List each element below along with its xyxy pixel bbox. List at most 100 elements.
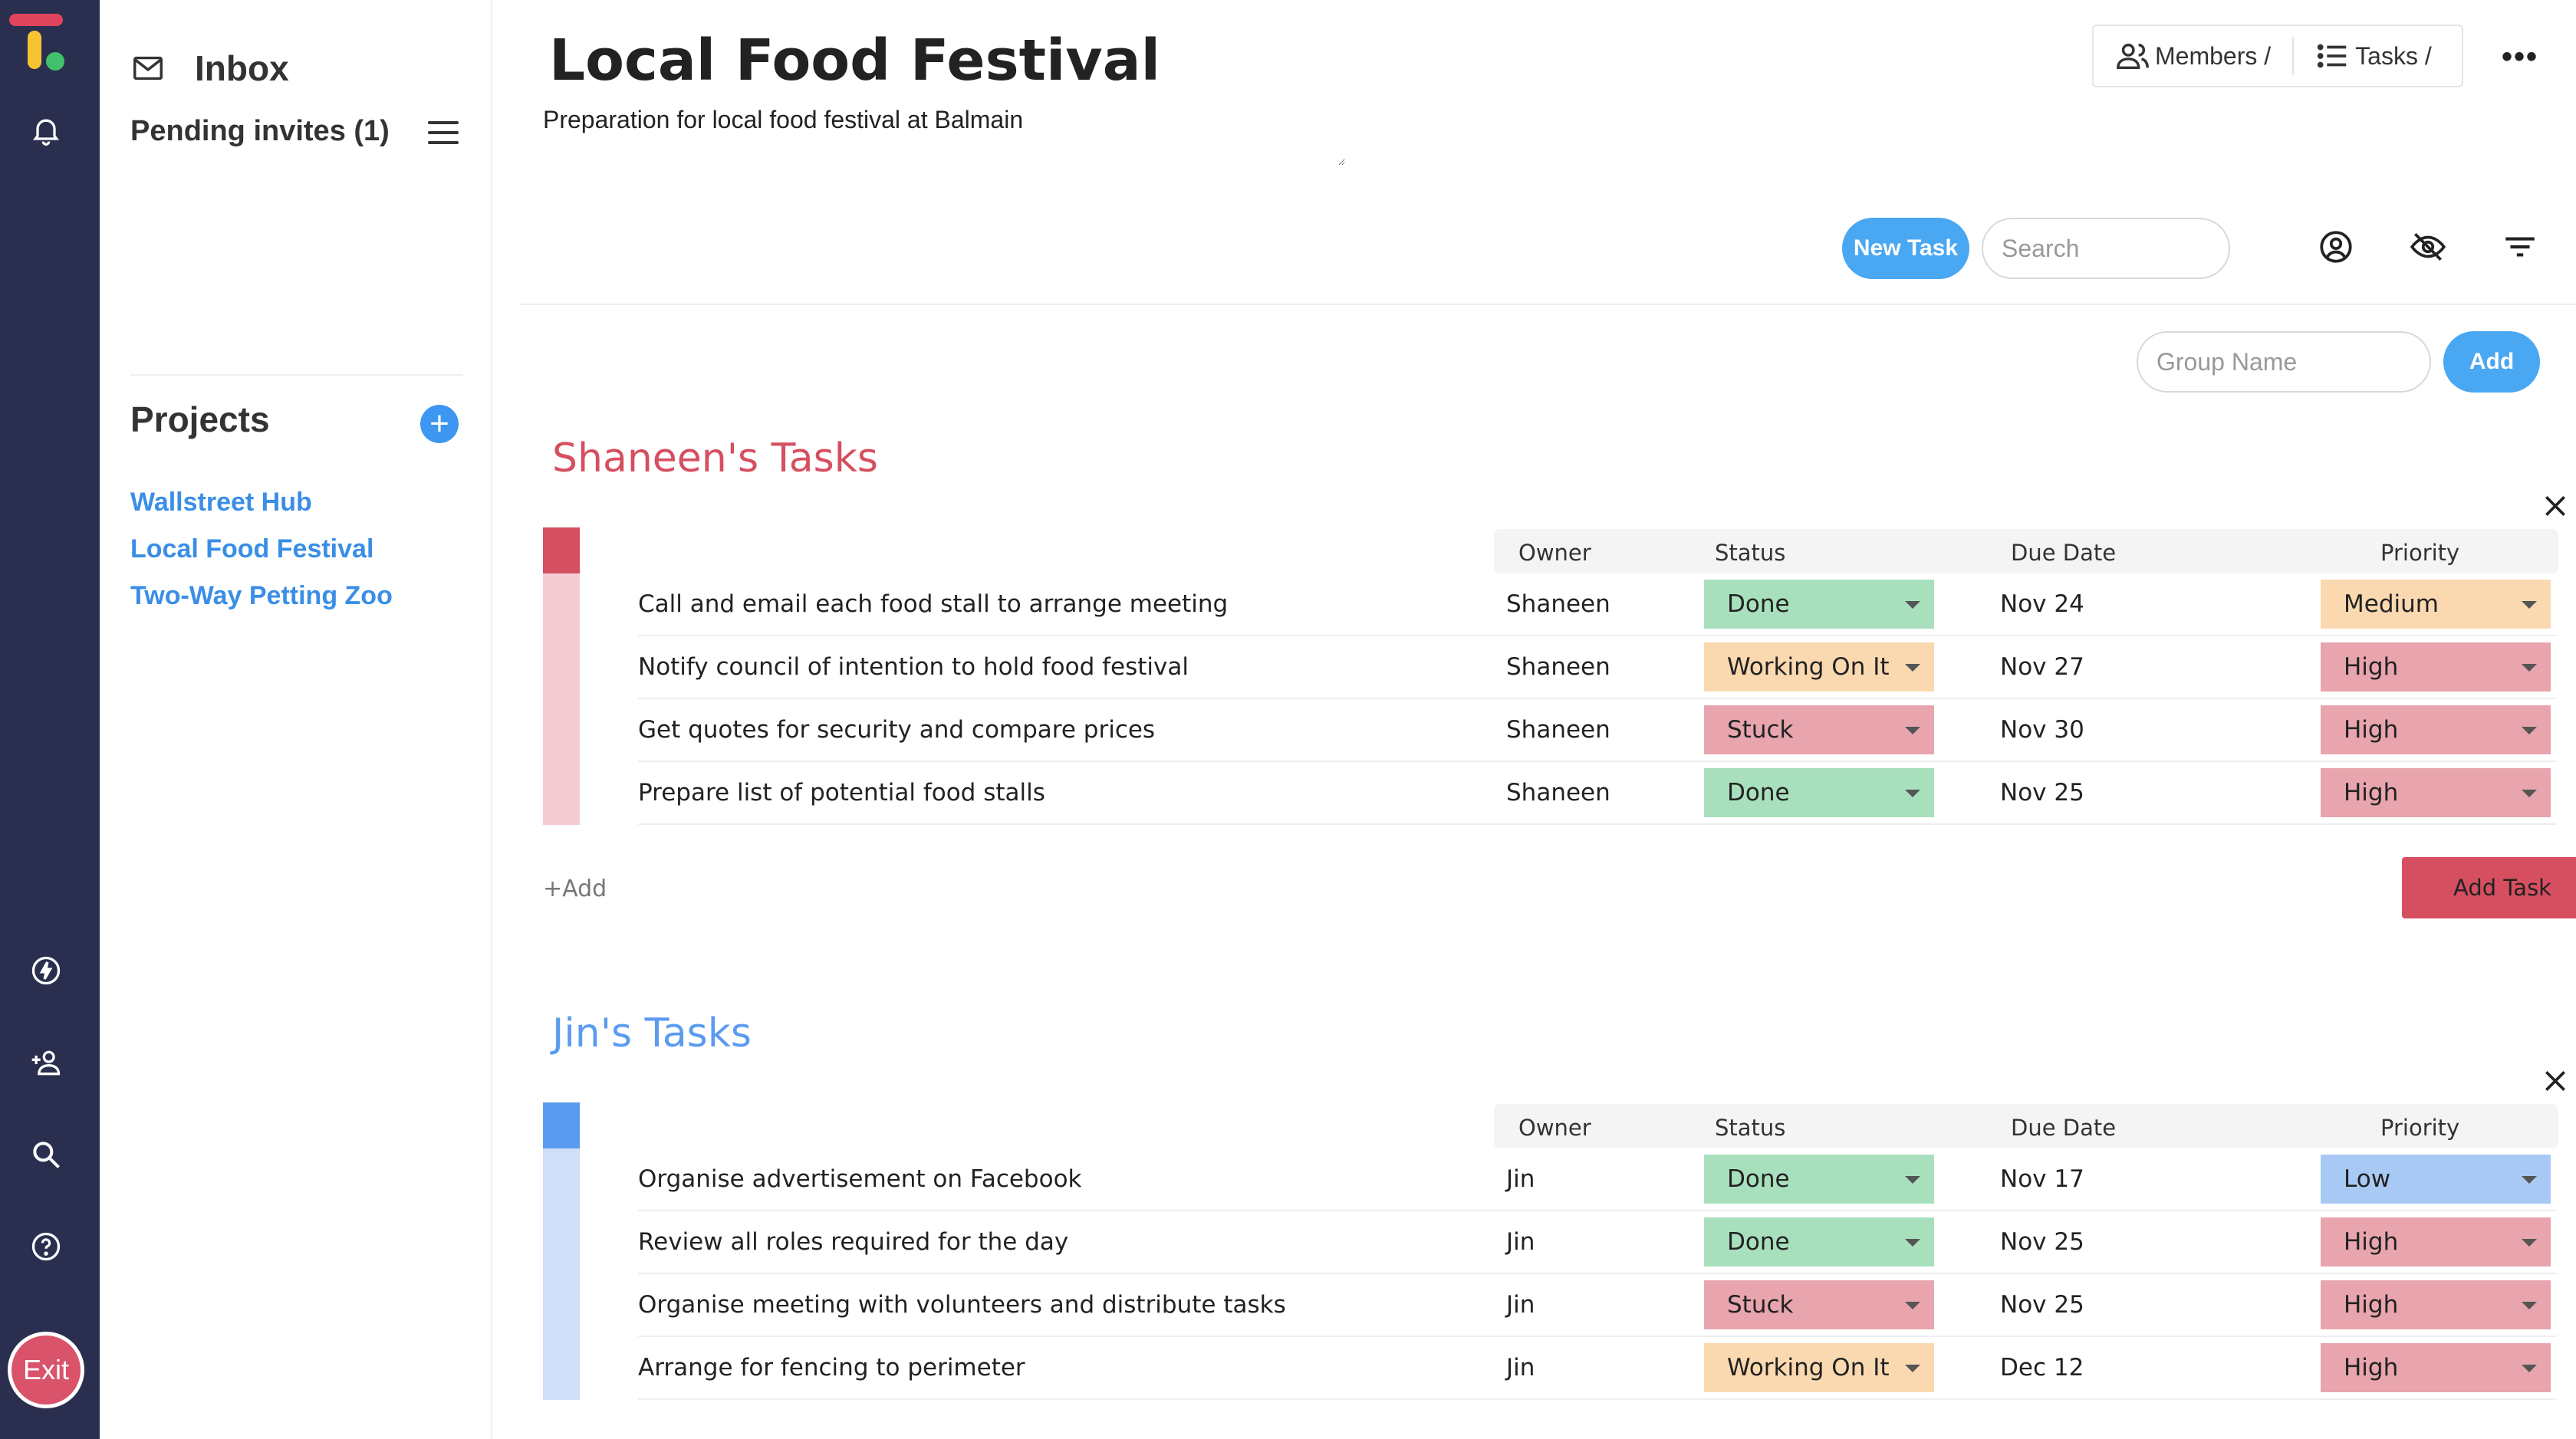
bell-icon[interactable] <box>26 110 66 150</box>
task-name[interactable]: Get quotes for security and compare pric… <box>638 699 1155 761</box>
search-icon[interactable] <box>26 1135 66 1175</box>
search-input[interactable] <box>1982 218 2230 279</box>
bolt-icon[interactable] <box>26 951 66 991</box>
group-name-input[interactable] <box>2137 331 2431 393</box>
status-dropdown[interactable]: Stuck <box>1704 705 1934 754</box>
task-due-date[interactable]: Nov 17 <box>2000 1148 2084 1210</box>
mail-icon <box>133 56 163 80</box>
person-filter-icon[interactable] <box>2313 224 2359 270</box>
priority-dropdown[interactable]: High <box>2321 642 2551 692</box>
priority-dropdown[interactable]: Low <box>2321 1155 2551 1204</box>
column-header-status: Status <box>1715 540 1786 566</box>
column-header-due-date: Due Date <box>2011 540 2117 566</box>
divider <box>520 304 2576 305</box>
project-description[interactable] <box>543 106 1345 166</box>
project-list: Wallstreet Hub Local Food Festival Two-W… <box>130 488 393 628</box>
group-title[interactable]: Shaneen's Tasks <box>552 435 878 481</box>
task-due-date[interactable]: Nov 27 <box>2000 636 2084 698</box>
status-dropdown[interactable]: Done <box>1704 1155 1934 1204</box>
filter-icon[interactable] <box>2497 224 2543 270</box>
status-dropdown[interactable]: Done <box>1704 580 1934 629</box>
status-dropdown[interactable]: Stuck <box>1704 1280 1934 1329</box>
column-header-status: Status <box>1715 1115 1786 1141</box>
table-row[interactable]: Review all roles required for the day Ji… <box>543 1211 2557 1274</box>
group-color-swatch[interactable] <box>543 1102 580 1148</box>
priority-dropdown[interactable]: High <box>2321 1343 2551 1392</box>
table-row[interactable]: Notify council of intention to hold food… <box>543 636 2557 699</box>
task-due-date[interactable]: Nov 24 <box>2000 573 2084 635</box>
add-task-button[interactable]: Add Task <box>2402 857 2576 918</box>
table-row[interactable]: Prepare list of potential food stalls Sh… <box>543 762 2557 825</box>
tasks-button[interactable]: Tasks / <box>2294 26 2453 86</box>
group-title[interactable]: Jin's Tasks <box>552 1010 752 1056</box>
task-owner: Jin <box>1506 1354 1535 1382</box>
exit-button[interactable]: Exit <box>8 1332 84 1408</box>
task-due-date[interactable]: Nov 25 <box>2000 1211 2084 1273</box>
project-link-two-way-petting-zoo[interactable]: Two-Way Petting Zoo <box>130 581 393 611</box>
members-label: Members / <box>2155 41 2272 70</box>
add-row-link[interactable]: +Add <box>543 876 607 902</box>
add-group-button[interactable]: Add <box>2443 331 2540 393</box>
task-name[interactable]: Organise meeting with volunteers and dis… <box>638 1274 1286 1336</box>
task-name[interactable]: Arrange for fencing to perimeter <box>638 1337 1025 1398</box>
help-icon[interactable] <box>26 1227 66 1267</box>
priority-dropdown[interactable]: High <box>2321 768 2551 817</box>
projects-title: Projects <box>130 399 270 439</box>
status-dropdown[interactable]: Done <box>1704 1217 1934 1267</box>
task-name[interactable]: Review all roles required for the day <box>638 1211 1068 1273</box>
hide-icon[interactable] <box>2405 224 2451 270</box>
priority-dropdown[interactable]: High <box>2321 705 2551 754</box>
app-logo <box>9 14 67 75</box>
task-group-shaneen: Shaneen's Tasks Owner Status Due Date Pr… <box>543 435 2576 926</box>
task-due-date[interactable]: Dec 12 <box>2000 1337 2084 1398</box>
task-owner: Shaneen <box>1506 779 1610 807</box>
priority-dropdown[interactable]: High <box>2321 1280 2551 1329</box>
task-group-jin: Jin's Tasks Owner Status Due Date Priori… <box>543 1010 2565 1439</box>
pending-invites[interactable]: Pending invites (1) <box>130 115 390 148</box>
status-dropdown[interactable]: Working On It <box>1704 642 1934 692</box>
divider <box>130 374 463 376</box>
members-icon <box>2117 43 2149 70</box>
column-header-owner: Owner <box>1518 1115 1591 1141</box>
task-name[interactable]: Organise advertisement on Facebook <box>638 1148 1082 1210</box>
task-name[interactable]: Prepare list of potential food stalls <box>638 762 1045 823</box>
page-title: Local Food Festival <box>549 28 1160 94</box>
task-owner: Shaneen <box>1506 653 1610 681</box>
add-project-button[interactable]: + <box>420 405 459 443</box>
project-link-wallstreet-hub[interactable]: Wallstreet Hub <box>130 488 393 517</box>
column-header-priority: Priority <box>2380 1115 2460 1141</box>
menu-icon[interactable] <box>428 121 459 149</box>
new-task-button[interactable]: New Task <box>1842 218 1969 279</box>
table-row[interactable]: Call and email each food stall to arrang… <box>543 573 2557 636</box>
priority-dropdown[interactable]: Medium <box>2321 580 2551 629</box>
table-row[interactable]: Get quotes for security and compare pric… <box>543 699 2557 762</box>
group-color-swatch[interactable] <box>543 527 580 573</box>
table-row[interactable]: Organise advertisement on Facebook Jin D… <box>543 1148 2557 1211</box>
close-icon[interactable] <box>2540 491 2571 521</box>
column-header-owner: Owner <box>1518 540 1591 566</box>
task-due-date[interactable]: Nov 30 <box>2000 699 2084 761</box>
members-button[interactable]: Members / <box>2094 26 2292 86</box>
task-owner: Shaneen <box>1506 716 1610 744</box>
table-row[interactable]: Arrange for fencing to perimeter Jin Wor… <box>543 1337 2557 1400</box>
app-rail: Exit <box>0 0 100 1439</box>
status-dropdown[interactable]: Done <box>1704 768 1934 817</box>
column-header-priority: Priority <box>2380 540 2460 566</box>
list-icon <box>2318 44 2347 68</box>
priority-dropdown[interactable]: High <box>2321 1217 2551 1267</box>
project-link-local-food-festival[interactable]: Local Food Festival <box>130 534 393 564</box>
task-owner: Shaneen <box>1506 590 1610 618</box>
inbox-link[interactable]: Inbox <box>130 48 289 89</box>
task-due-date[interactable]: Nov 25 <box>2000 1274 2084 1336</box>
add-person-icon[interactable] <box>26 1043 66 1083</box>
close-icon[interactable] <box>2540 1066 2571 1096</box>
task-owner: Jin <box>1506 1228 1535 1256</box>
status-dropdown[interactable]: Working On It <box>1704 1343 1934 1392</box>
task-owner: Jin <box>1506 1291 1535 1319</box>
table-row[interactable]: Organise meeting with volunteers and dis… <box>543 1274 2557 1337</box>
task-name[interactable]: Call and email each food stall to arrang… <box>638 573 1228 635</box>
more-options-icon[interactable]: ••• <box>2502 40 2538 74</box>
task-due-date[interactable]: Nov 25 <box>2000 762 2084 823</box>
side-panel: Inbox Pending invites (1) Projects + Wal… <box>100 0 492 1439</box>
task-name[interactable]: Notify council of intention to hold food… <box>638 636 1189 698</box>
